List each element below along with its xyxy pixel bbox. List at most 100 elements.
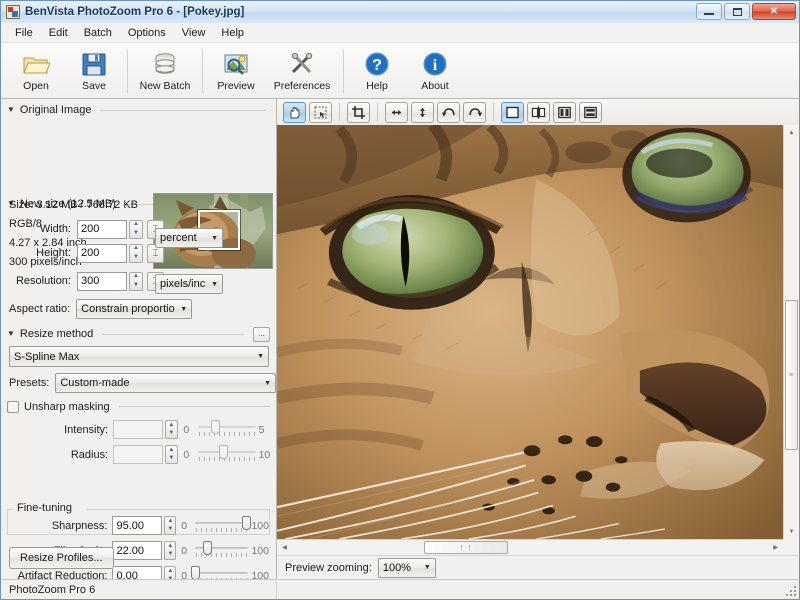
artifact-reduction-input[interactable] xyxy=(112,566,162,579)
preferences-label: Preferences xyxy=(274,80,331,92)
svg-text:?: ? xyxy=(372,57,382,74)
film-grain-stepper[interactable]: ▲▼ xyxy=(164,541,176,560)
marquee-select-tool[interactable] xyxy=(309,102,332,123)
original-size: Size: 3.12 MB / 768.72 KB xyxy=(9,199,138,211)
sharpness-slider[interactable] xyxy=(195,516,248,536)
help-button[interactable]: ? Help xyxy=(348,47,406,92)
save-button[interactable]: Save xyxy=(65,47,123,92)
unsharp-masking-checkbox[interactable] xyxy=(7,401,19,413)
close-icon: ✕ xyxy=(770,7,778,17)
menu-file[interactable]: File xyxy=(7,25,41,41)
rotate-right-button[interactable] xyxy=(463,102,486,123)
intensity-label: Intensity: xyxy=(7,424,108,436)
preferences-button[interactable]: Preferences xyxy=(265,47,339,92)
preview-horizontal-scrollbar[interactable]: ◀ ⋮⋮ ▶ xyxy=(277,539,783,555)
crop-tool[interactable] xyxy=(347,102,370,123)
menu-options[interactable]: Options xyxy=(120,25,174,41)
vertical-scrollbar-thumb[interactable]: ≡ xyxy=(785,300,798,450)
radius-stepper[interactable]: ▲▼ xyxy=(165,445,177,464)
sharpness-stepper[interactable]: ▲▼ xyxy=(164,516,176,535)
radius-input[interactable] xyxy=(113,445,163,464)
stepper-down-icon: ▼ xyxy=(133,255,139,260)
slider-thumb[interactable] xyxy=(211,420,220,434)
preview-zoom-bar: Preview zooming: 100% ▼ xyxy=(277,555,799,579)
intensity-slider[interactable] xyxy=(198,420,256,440)
slider-thumb[interactable] xyxy=(242,516,251,530)
view-stacked-button[interactable] xyxy=(579,102,602,123)
pan-hand-tool[interactable] xyxy=(283,102,306,123)
slider-thumb[interactable] xyxy=(219,445,228,459)
resize-method-section-header[interactable]: ▼ Resize method ... xyxy=(1,326,276,342)
section-rule xyxy=(102,334,244,335)
scroll-right-arrow-icon[interactable]: ▶ xyxy=(768,540,783,555)
film-grain-input[interactable] xyxy=(112,541,162,560)
resize-method-options-button[interactable]: ... xyxy=(253,327,270,342)
view-split-button[interactable] xyxy=(527,102,550,123)
resolution-unit-select[interactable]: pixels/inch ▼ xyxy=(155,274,223,294)
toolbar-separator-1 xyxy=(127,49,128,93)
slider-ticks xyxy=(196,528,247,532)
intensity-max: 5 xyxy=(259,424,276,436)
resize-profiles-button[interactable]: Resize Profiles... xyxy=(9,547,114,569)
scrollbar-corner xyxy=(783,539,799,555)
preview-vertical-scrollbar[interactable]: ▲ ≡ ▼ xyxy=(783,125,799,539)
stepper-up-icon: ▲ xyxy=(167,544,173,549)
arrow-left-right-icon xyxy=(389,105,404,120)
open-button[interactable]: Open xyxy=(7,47,65,92)
sharpness-input[interactable] xyxy=(112,516,162,535)
artifact-reduction-slider[interactable] xyxy=(195,566,248,580)
menu-edit[interactable]: Edit xyxy=(41,25,76,41)
slider-thumb[interactable] xyxy=(191,566,200,580)
preview-zoom-select[interactable]: 100% ▼ xyxy=(378,558,436,578)
close-button[interactable]: ✕ xyxy=(752,3,796,20)
radius-slider[interactable] xyxy=(198,445,256,465)
intensity-stepper[interactable]: ▲▼ xyxy=(165,420,177,439)
menu-batch[interactable]: Batch xyxy=(76,25,120,41)
aspect-ratio-label: Aspect ratio: xyxy=(9,303,70,315)
slider-ticks xyxy=(199,432,255,436)
stepper-up-icon: ▲ xyxy=(168,448,174,453)
presets-select[interactable]: Custom-made ▼ xyxy=(55,373,276,393)
preview-toolbar-separator-3 xyxy=(493,103,494,121)
resolution-stepper[interactable]: ▲▼ xyxy=(129,272,143,291)
size-unit-select[interactable]: percent ▼ xyxy=(155,228,223,248)
resolution-input[interactable] xyxy=(77,272,127,291)
new-batch-button[interactable]: New Batch xyxy=(132,47,198,92)
resize-method-select[interactable]: S-Spline Max ▼ xyxy=(9,346,269,367)
preview-label: Preview xyxy=(217,80,254,92)
preview-button[interactable]: Preview xyxy=(207,47,265,92)
artifact-reduction-stepper[interactable]: ▲▼ xyxy=(164,566,176,579)
film-grain-slider[interactable] xyxy=(195,541,248,561)
horizontal-scrollbar-thumb[interactable]: ⋮⋮ xyxy=(424,541,508,554)
scroll-down-arrow-icon[interactable]: ▼ xyxy=(784,524,799,539)
width-input[interactable] xyxy=(77,220,127,239)
flip-horizontal-button[interactable] xyxy=(385,102,408,123)
maximize-button[interactable] xyxy=(724,3,750,20)
scroll-up-arrow-icon[interactable]: ▲ xyxy=(784,125,799,140)
radius-label: Radius: xyxy=(7,449,108,461)
chevron-down-icon: ▼ xyxy=(211,281,218,288)
original-image-section-header[interactable]: ▼ Original Image xyxy=(1,102,276,118)
intensity-input[interactable] xyxy=(113,420,163,439)
about-button[interactable]: i About xyxy=(406,47,464,92)
height-stepper[interactable]: ▲▼ xyxy=(129,244,143,263)
triangle-down-icon: ▼ xyxy=(7,330,15,338)
chevron-down-icon: ▼ xyxy=(257,353,264,360)
preview-image-area[interactable]: ▲ ≡ ▼ ◀ ⋮⋮ ▶ xyxy=(277,125,799,555)
unsharp-masking-row[interactable]: Unsharp masking xyxy=(1,398,276,415)
flip-vertical-button[interactable] xyxy=(411,102,434,123)
view-side-by-side-button[interactable] xyxy=(553,102,576,123)
menu-view[interactable]: View xyxy=(174,25,214,41)
aspect-ratio-select[interactable]: Constrain proportions ▼ xyxy=(76,299,192,319)
preview-image-cat-closeup[interactable] xyxy=(277,125,783,539)
resize-grip-icon[interactable] xyxy=(783,583,797,597)
scroll-left-arrow-icon[interactable]: ◀ xyxy=(277,540,292,555)
height-input[interactable] xyxy=(77,244,127,263)
menu-help[interactable]: Help xyxy=(213,25,252,41)
slider-thumb[interactable] xyxy=(203,541,212,555)
width-stepper[interactable]: ▲▼ xyxy=(129,220,143,239)
radius-min: 0 xyxy=(178,449,195,461)
rotate-left-button[interactable] xyxy=(437,102,460,123)
view-single-button[interactable] xyxy=(501,102,524,123)
minimize-button[interactable] xyxy=(696,3,722,20)
